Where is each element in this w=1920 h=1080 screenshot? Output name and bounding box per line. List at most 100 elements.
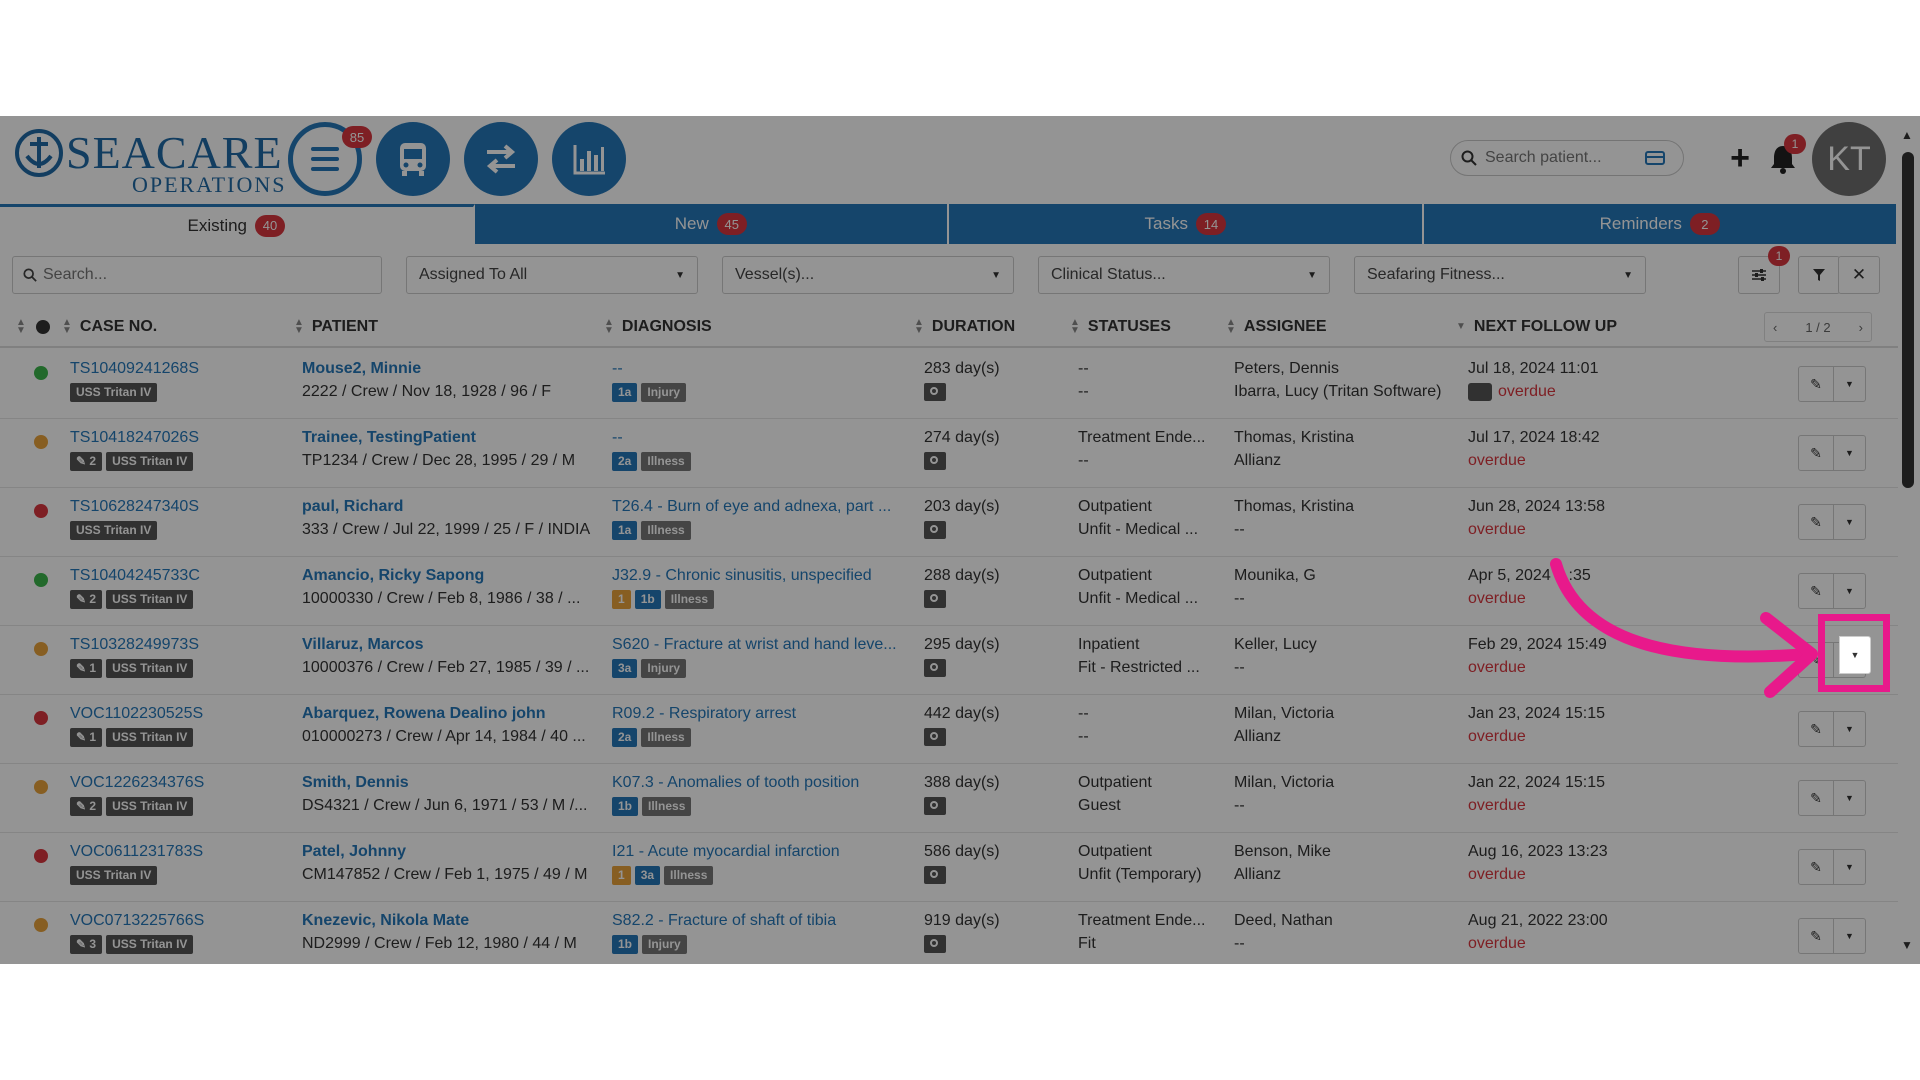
table-row[interactable]: TS10418247026S ✎ 2 USS Tritan IV Trainee, T… (0, 419, 1898, 488)
assignee-secondary: -- (1234, 659, 1245, 676)
case-number-link[interactable]: TS10328249973S (70, 636, 290, 654)
transport-button[interactable] (376, 122, 450, 196)
seafaring-fitness-select[interactable]: Seafaring Fitness... ▼ (1354, 256, 1646, 294)
pagination: ‹ 1 / 2 › (1764, 312, 1872, 342)
tab-existing[interactable]: Existing 40 (0, 204, 475, 244)
diagnosis-link[interactable]: -- (612, 360, 902, 378)
scroll-up-icon[interactable]: ▲ (1901, 128, 1913, 142)
table-row[interactable]: VOC1226234376S ✎ 2 USS Tritan IV Smith, Den… (0, 764, 1898, 833)
filter-button[interactable] (1798, 256, 1840, 294)
diagnosis-link[interactable]: S82.2 - Fracture of shaft of tibia (612, 912, 902, 930)
case-number-link[interactable]: TS10409241268S (70, 360, 290, 378)
patient-search-box[interactable] (1450, 140, 1684, 176)
row-dropdown-button[interactable]: ▼ (1834, 849, 1866, 885)
patient-name-link[interactable]: Knezevic, Nikola Mate (302, 912, 592, 930)
row-dropdown-button[interactable]: ▼ (1834, 435, 1866, 471)
sort-all-handle[interactable]: ▲ ▼ (16, 306, 34, 348)
assignee-primary: Deed, Nathan (1234, 912, 1333, 929)
case-search-input[interactable] (43, 266, 363, 284)
edit-button[interactable]: ✎ (1798, 366, 1834, 402)
edit-button[interactable]: ✎ (1798, 918, 1834, 954)
transfer-button[interactable] (464, 122, 538, 196)
edit-button[interactable]: ✎ (1798, 780, 1834, 816)
edit-button[interactable]: ✎ (1798, 849, 1834, 885)
column-header-diagnosis[interactable]: ▲ ▼ DIAGNOSIS (604, 306, 712, 348)
case-number-link[interactable]: VOC0611231783S (70, 843, 290, 861)
patient-search-input[interactable] (1485, 149, 1645, 167)
edit-button[interactable]: ✎ (1798, 711, 1834, 747)
assignee-cell: Milan, Victoria Allianz (1234, 695, 1454, 764)
assignee-secondary: -- (1234, 521, 1245, 538)
select-value: Vessel(s)... (735, 266, 815, 283)
diagnosis-link[interactable]: T26.4 - Burn of eye and adnexa, part ... (612, 498, 902, 516)
row-dropdown-button[interactable]: ▼ (1834, 780, 1866, 816)
row-actions: ✎▼ (1798, 711, 1868, 747)
row-dropdown-button[interactable]: ▼ (1834, 918, 1866, 954)
tab-tasks[interactable]: Tasks 14 (949, 204, 1424, 244)
row-dropdown-button[interactable]: ▼ (1834, 504, 1866, 540)
case-number-link[interactable]: VOC1226234376S (70, 774, 290, 792)
prev-page-icon[interactable]: ‹ (1773, 320, 1777, 335)
case-search-box[interactable] (12, 256, 382, 294)
scroll-down-icon[interactable]: ▼ (1901, 938, 1913, 952)
chat-icon[interactable] (1468, 383, 1492, 401)
duration-value: 388 day(s) (924, 774, 1000, 791)
table-row[interactable]: VOC0713225766S ✎ 3 USS Tritan IV Knezevic, … (0, 902, 1898, 964)
tab-reminders[interactable]: Reminders 2 (1423, 204, 1898, 244)
patient-name-link[interactable]: Abarquez, Rowena Dealino john (302, 705, 592, 723)
case-number-link[interactable]: VOC1102230525S (70, 705, 290, 723)
seacare-logo[interactable]: SEACARE OPERATIONS (14, 124, 284, 197)
diagnosis-link[interactable]: I21 - Acute myocardial infarction (612, 843, 902, 861)
column-label: STATUSES (1087, 318, 1171, 335)
patient-name-link[interactable]: Mouse2, Minnie (302, 360, 592, 378)
patient-name-link[interactable]: Smith, Dennis (302, 774, 592, 792)
id-card-icon[interactable] (1645, 150, 1665, 166)
diagnosis-tag: 3a (634, 866, 661, 885)
row-dropdown-button[interactable]: ▼ (1834, 711, 1866, 747)
patient-name-link[interactable]: Amancio, Ricky Sapong (302, 567, 592, 585)
duration-value: 283 day(s) (924, 360, 1000, 377)
reports-button[interactable] (552, 122, 626, 196)
tab-new[interactable]: New 45 (474, 204, 949, 244)
edit-button[interactable]: ✎ (1798, 504, 1834, 540)
case-number-link[interactable]: TS10418247026S (70, 429, 290, 447)
column-header-statuses[interactable]: ▲ ▼ STATUSES (1070, 306, 1171, 348)
patient-name-link[interactable]: Patel, Johnny (302, 843, 592, 861)
clinical-status-select[interactable]: Clinical Status... ▼ (1038, 256, 1330, 294)
patient-cell: Trainee, TestingPatient TP1234 / Crew / D… (302, 419, 592, 488)
diagnosis-link[interactable]: J32.9 - Chronic sinusitis, unspecified (612, 567, 902, 585)
patient-name-link[interactable]: Trainee, TestingPatient (302, 429, 592, 447)
column-header-case-no[interactable]: ▲ ▼ CASE NO. (62, 306, 157, 348)
diagnosis-link[interactable]: R09.2 - Respiratory arrest (612, 705, 902, 723)
column-header-next-follow-up[interactable]: ▼ NEXT FOLLOW UP (1456, 306, 1617, 348)
column-label: ASSIGNEE (1243, 318, 1327, 335)
scrollbar-thumb[interactable] (1902, 152, 1914, 488)
column-header-duration[interactable]: ▲ ▼ DURATION (914, 306, 1015, 348)
status-dot-header[interactable] (36, 306, 50, 348)
patient-name-link[interactable]: paul, Richard (302, 498, 592, 516)
assigned-to-select[interactable]: Assigned To All ▼ (406, 256, 698, 294)
case-tags: USS Tritan IV (70, 521, 161, 540)
user-avatar[interactable]: KT (1812, 122, 1886, 196)
patient-details: TP1234 / Crew / Dec 28, 1995 / 29 / M (302, 452, 576, 469)
case-number-link[interactable]: TS10628247340S (70, 498, 290, 516)
table-row[interactable]: VOC0611231783S USS Tritan IV Patel, Johnny… (0, 833, 1898, 902)
fitness-status: -- (1078, 383, 1089, 400)
clear-filters-button[interactable]: ✕ (1838, 256, 1880, 294)
diagnosis-link[interactable]: K07.3 - Anomalies of tooth position (612, 774, 902, 792)
diagnosis-link[interactable]: -- (612, 429, 902, 447)
table-row[interactable]: TS10409241268S USS Tritan IV Mouse2, Minni… (0, 350, 1898, 419)
vessels-select[interactable]: Vessel(s)... ▼ (722, 256, 1014, 294)
add-case-button[interactable]: + (1724, 139, 1756, 177)
row-dropdown-button[interactable]: ▼ (1834, 366, 1866, 402)
sort-icon: ▲ ▼ (604, 317, 614, 336)
case-number-link[interactable]: VOC0713225766S (70, 912, 290, 930)
edit-button[interactable]: ✎ (1798, 435, 1834, 471)
column-header-patient[interactable]: ▲ ▼ PATIENT (294, 306, 378, 348)
next-page-icon[interactable]: › (1859, 320, 1863, 335)
fitness-status: Fit - Restricted ... (1078, 659, 1200, 676)
diagnosis-link[interactable]: S620 - Fracture at wrist and hand leve..… (612, 636, 902, 654)
case-number-link[interactable]: TS10404245733C (70, 567, 290, 585)
column-header-assignee[interactable]: ▲ ▼ ASSIGNEE (1226, 306, 1327, 348)
patient-name-link[interactable]: Villaruz, Marcos (302, 636, 592, 654)
